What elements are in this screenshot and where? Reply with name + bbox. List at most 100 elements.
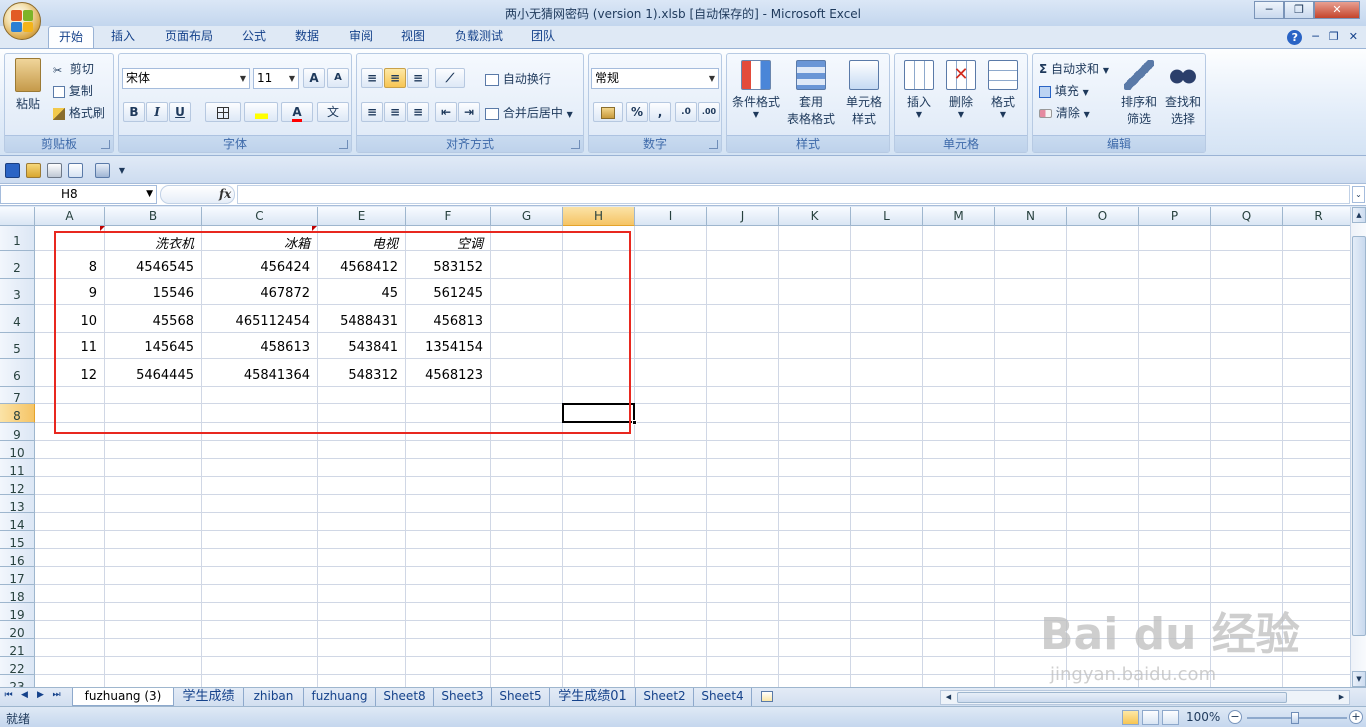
row-header-10[interactable]: 10: [0, 441, 35, 460]
conditional-format-button[interactable]: 条件格式 ▼: [730, 60, 782, 119]
column-header-q[interactable]: Q: [1211, 207, 1283, 226]
increase-indent-button[interactable]: ⇥: [458, 102, 480, 122]
sheet-tab-sheet4[interactable]: Sheet4: [694, 688, 752, 706]
zoom-out-icon[interactable]: −: [1228, 710, 1242, 724]
autosum-button[interactable]: Σ 自动求和 ▼: [1039, 60, 1109, 77]
scroll-down-icon[interactable]: ▼: [1352, 671, 1366, 687]
copy-button[interactable]: 复制: [53, 82, 93, 99]
expand-formula-bar-icon[interactable]: ⌄: [1352, 186, 1365, 203]
decrease-indent-button[interactable]: ⇤: [435, 102, 457, 122]
sheet-tab-sheet3[interactable]: Sheet3: [434, 688, 492, 706]
row-header-3[interactable]: 3: [0, 279, 35, 305]
scroll-right-icon[interactable]: ▶: [1335, 691, 1348, 704]
number-format-combo[interactable]: 常规 ▼: [591, 68, 719, 89]
column-header-g[interactable]: G: [491, 207, 563, 226]
row-header-20[interactable]: 20: [0, 621, 35, 640]
sheet-tab-fuzhuang[interactable]: fuzhuang: [304, 688, 376, 706]
select-all-corner[interactable]: [0, 207, 35, 226]
fill-handle[interactable]: [632, 420, 637, 425]
row-header-23[interactable]: 23: [0, 675, 35, 687]
fill-button[interactable]: 填充 ▼: [1039, 82, 1089, 99]
row-header-2[interactable]: 2: [0, 251, 35, 279]
column-header-j[interactable]: J: [707, 207, 779, 226]
sheet-tab-zhiban[interactable]: zhiban: [244, 688, 304, 706]
minimize-button[interactable]: ─: [1254, 1, 1284, 19]
last-sheet-icon[interactable]: ⏭: [50, 690, 63, 700]
help-icon[interactable]: ?: [1287, 30, 1303, 45]
zoom-level[interactable]: 100%: [1186, 710, 1220, 724]
format-as-table-button[interactable]: 套用 表格格式: [785, 60, 837, 127]
column-header-r[interactable]: R: [1283, 207, 1350, 226]
row-header-1[interactable]: 1: [0, 226, 35, 251]
delete-cells-button[interactable]: ✕ 删除 ▼: [941, 60, 981, 119]
borders-button[interactable]: [205, 102, 241, 122]
accounting-format-button[interactable]: [593, 102, 623, 122]
row-header-12[interactable]: 12: [0, 477, 35, 496]
tab-home[interactable]: 开始: [48, 26, 94, 48]
row-header-6[interactable]: 6: [0, 359, 35, 387]
insert-sheet-icon[interactable]: [752, 688, 782, 706]
format-painter-button[interactable]: 格式刷: [53, 104, 105, 121]
bold-button[interactable]: B: [123, 102, 145, 122]
scroll-up-icon[interactable]: ▲: [1352, 207, 1366, 223]
tab-data[interactable]: 数据: [284, 26, 330, 48]
sheet-tab-sheet2[interactable]: Sheet2: [636, 688, 694, 706]
percent-button[interactable]: %: [626, 102, 648, 122]
vertical-scrollbar[interactable]: ▲ ▼: [1350, 207, 1366, 687]
column-header-h[interactable]: H: [563, 207, 635, 226]
sort-filter-button[interactable]: 排序和 筛选: [1117, 60, 1161, 127]
align-bottom-button[interactable]: ≡: [407, 68, 429, 88]
row-header-5[interactable]: 5: [0, 333, 35, 359]
tab-view[interactable]: 视图: [390, 26, 436, 48]
tab-page-layout[interactable]: 页面布局: [154, 26, 224, 48]
alignment-launcher-icon[interactable]: [571, 140, 580, 149]
merge-center-button[interactable]: 合并后居中 ▼: [485, 104, 573, 121]
shrink-font-button[interactable]: A: [327, 68, 349, 88]
workbook-close-icon[interactable]: ✕: [1349, 30, 1358, 45]
page-layout-view-icon[interactable]: [1142, 710, 1159, 725]
align-left-button[interactable]: ≡: [361, 102, 383, 122]
font-color-button[interactable]: A: [281, 102, 313, 122]
row-header-4[interactable]: 4: [0, 305, 35, 333]
sheet-tab-xueshengchengji[interactable]: 学生成绩: [174, 688, 244, 706]
vertical-scroll-thumb[interactable]: [1352, 236, 1366, 636]
column-header-c[interactable]: C: [202, 207, 318, 226]
column-header-i[interactable]: I: [635, 207, 707, 226]
paste-button[interactable]: 粘贴: [9, 58, 47, 112]
print-preview-icon[interactable]: [68, 163, 83, 178]
increase-decimal-button[interactable]: .0: [675, 102, 697, 122]
italic-button[interactable]: I: [146, 102, 168, 122]
font-launcher-icon[interactable]: [339, 140, 348, 149]
column-header-e[interactable]: E: [318, 207, 406, 226]
horizontal-scrollbar[interactable]: ◀ ▶: [940, 690, 1350, 705]
clipboard-launcher-icon[interactable]: [101, 140, 110, 149]
sheet-tab-sheet5[interactable]: Sheet5: [492, 688, 550, 706]
page-break-view-icon[interactable]: [1162, 710, 1179, 725]
column-header-a[interactable]: A: [35, 207, 105, 226]
tab-insert[interactable]: 插入: [100, 26, 146, 48]
row-header-9[interactable]: 9: [0, 423, 35, 442]
sheet-tab-fuzhuang-3[interactable]: fuzhuang (3): [72, 688, 174, 706]
insert-function-icon[interactable]: fx: [219, 187, 231, 201]
align-center-button[interactable]: ≡: [384, 102, 406, 122]
font-name-combo[interactable]: 宋体 ▼: [122, 68, 250, 89]
open-folder-icon[interactable]: [26, 163, 41, 178]
save-icon[interactable]: [5, 163, 20, 178]
align-top-button[interactable]: ≡: [361, 68, 383, 88]
format-cells-button[interactable]: 格式 ▼: [983, 60, 1023, 119]
column-header-b[interactable]: B: [105, 207, 202, 226]
office-button[interactable]: [3, 2, 41, 40]
form-icon[interactable]: [95, 163, 110, 178]
row-header-13[interactable]: 13: [0, 495, 35, 514]
column-header-l[interactable]: L: [851, 207, 923, 226]
scroll-left-icon[interactable]: ◀: [942, 691, 955, 704]
name-box[interactable]: H8 ▼: [0, 185, 157, 204]
restore-button[interactable]: ❐: [1284, 1, 1314, 19]
close-button[interactable]: ✕: [1314, 1, 1360, 19]
insert-cells-button[interactable]: 插入 ▼: [899, 60, 939, 119]
comma-button[interactable]: ,: [649, 102, 671, 122]
next-sheet-icon[interactable]: ▶: [34, 690, 47, 700]
fill-color-button[interactable]: [244, 102, 278, 122]
sheet-tab-sheet8[interactable]: Sheet8: [376, 688, 434, 706]
column-header-m[interactable]: M: [923, 207, 995, 226]
